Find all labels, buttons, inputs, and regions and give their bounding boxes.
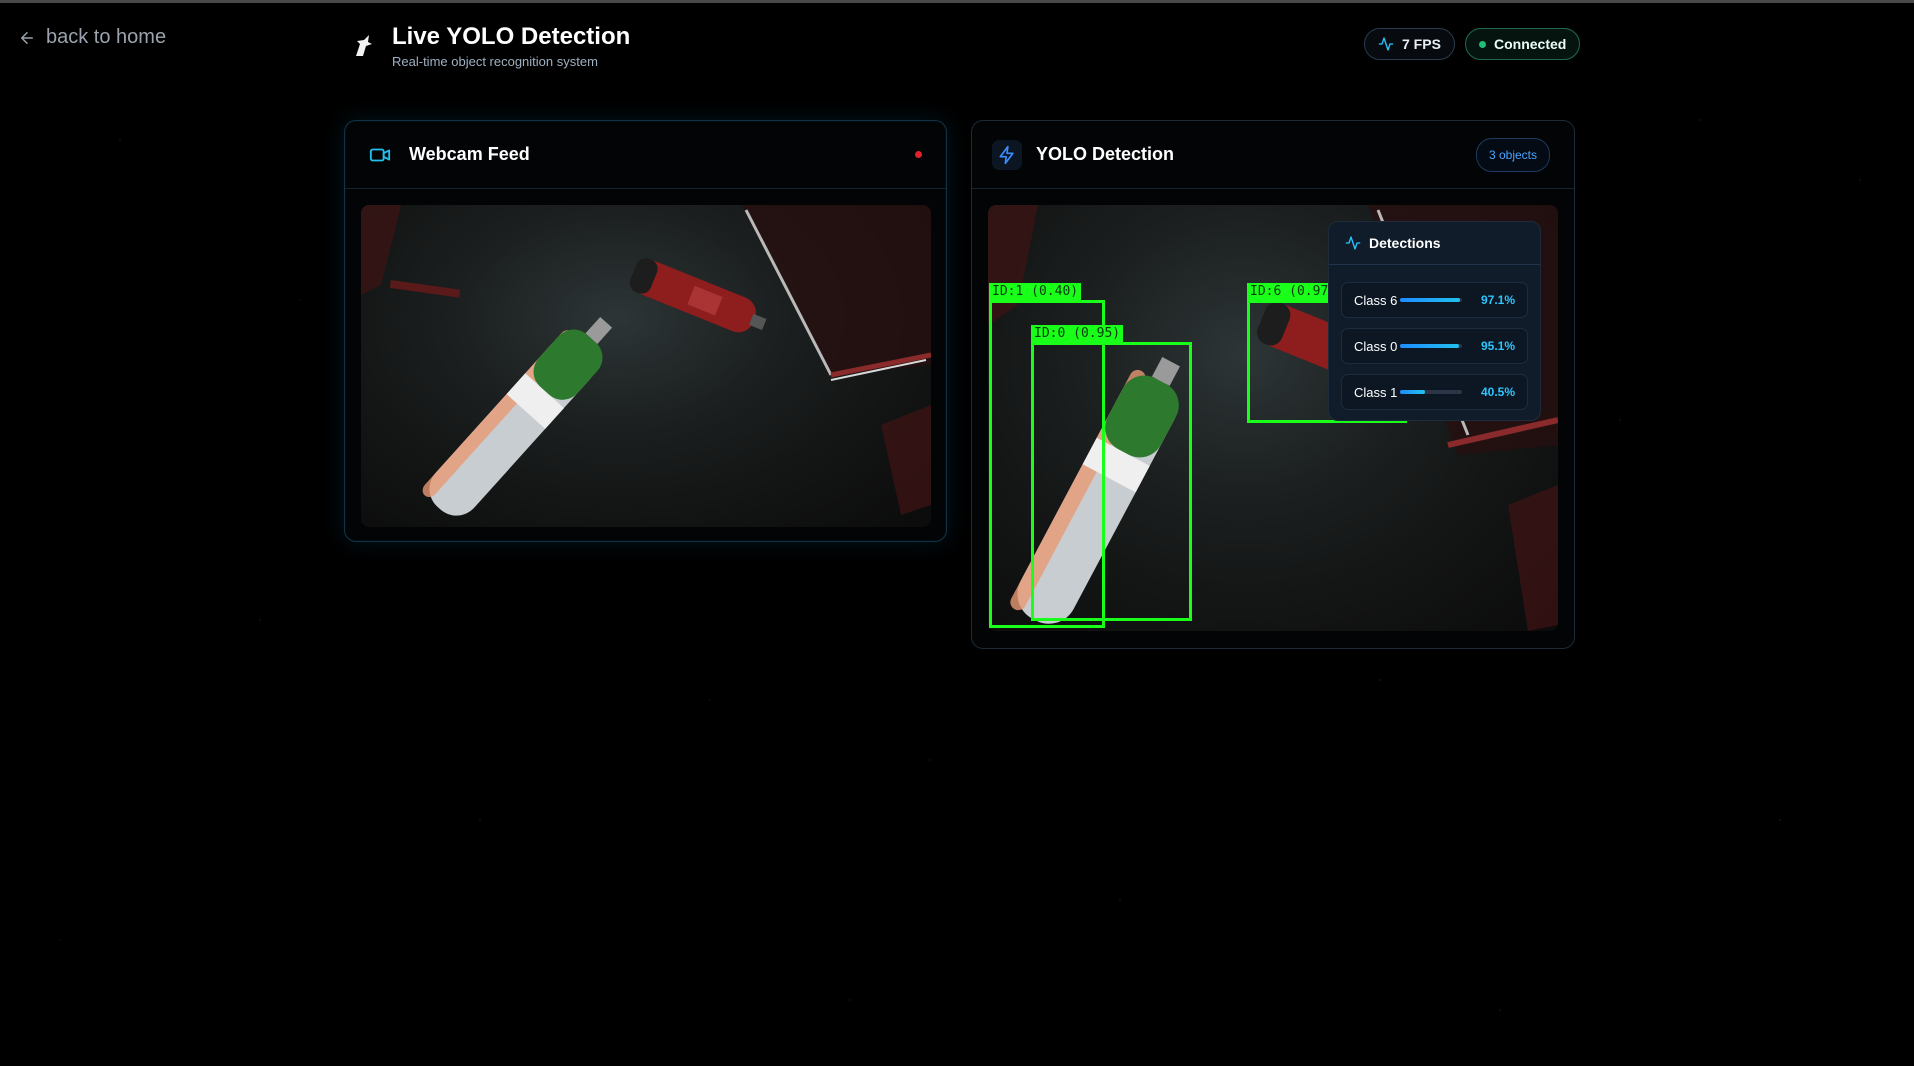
detections-overlay: Detections Class 6 97.1% Class 0 95.1% C… [1328,221,1541,421]
detections-header: Detections [1329,222,1540,265]
webcam-panel-title: Webcam Feed [409,144,530,164]
bounding-box-label-id6: ID:6 (0.97) [1247,283,1340,300]
bounding-box-label-id1: ID:1 (0.40) [989,283,1082,300]
fps-badge: 7 FPS [1364,28,1455,60]
connection-badge: Connected [1465,28,1581,60]
logo-icon [356,35,372,56]
page-title: Live YOLO Detection [392,23,631,50]
page-subtitle: Real-time object recognition system [392,54,598,69]
confidence-bar-fill [1400,298,1461,302]
confidence-bar [1400,298,1462,302]
recording-indicator-icon [915,151,922,158]
activity-icon [1345,236,1361,250]
bounding-box-id0 [1031,342,1192,621]
bounding-box-label-id0: ID:0 (0.95) [1031,325,1124,342]
detection-item: Class 6 97.1% [1341,282,1528,318]
detection-item: Class 0 95.1% [1341,328,1528,364]
detection-class-label: Class 6 [1354,292,1398,308]
lightning-icon [992,139,1022,170]
confidence-bar-fill [1400,390,1426,394]
top-border [0,0,1914,3]
back-label: back to home [46,26,167,48]
webcam-panel-header: Webcam Feed [345,121,946,189]
detections-title: Detections [1369,235,1441,251]
detection-class-label: Class 1 [1354,384,1398,400]
confidence-bar [1400,390,1462,394]
webcam-scene-image [361,205,931,516]
arrow-left-icon [21,31,33,44]
video-camera-icon [365,140,395,170]
back-to-home-link[interactable]: back to home [18,26,166,49]
detection-confidence: 95.1% [1480,339,1515,353]
detection-confidence: 40.5% [1480,385,1515,399]
confidence-bar-fill [1400,344,1459,348]
detection-item: Class 1 40.5% [1341,374,1528,410]
activity-icon [1378,37,1394,51]
yolo-panel-header: YOLO Detection 3 objects [972,121,1574,189]
status-dot-icon [1479,40,1486,48]
confidence-bar [1400,344,1462,348]
objects-count-badge: 3 objects [1475,138,1550,172]
yolo-panel-title: YOLO Detection [1036,144,1175,164]
connection-label: Connected [1494,36,1567,52]
page-header: Live YOLO Detection Real-time object rec… [350,24,630,69]
detection-class-label: Class 0 [1354,338,1398,354]
webcam-video-feed [361,205,931,527]
detection-confidence: 97.1% [1480,293,1515,307]
fps-label: 7 FPS [1402,36,1441,52]
webcam-panel: Webcam Feed [344,120,947,542]
